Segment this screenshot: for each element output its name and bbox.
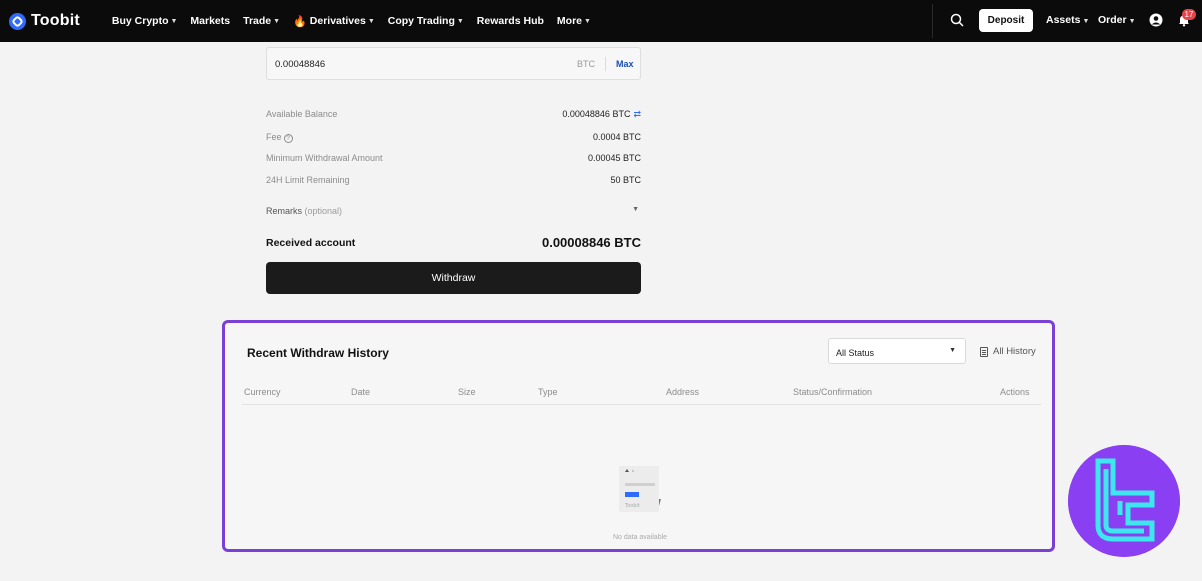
nav-item-trade[interactable]: Trade ▼	[243, 15, 280, 27]
chevron-down-icon: ▼	[632, 206, 639, 213]
column-header-type: Type	[538, 387, 558, 397]
fee-label: Fee?	[266, 132, 293, 143]
minimum-withdrawal-row: Minimum Withdrawal Amount 0.00045 BTC	[266, 153, 641, 167]
corner-watermark-logo	[1068, 445, 1180, 557]
empty-state-text: No data available	[612, 534, 668, 541]
table-header-divider	[242, 404, 1041, 405]
available-balance-label: Available Balance	[266, 109, 338, 119]
empty-state-icon: Toobit	[619, 466, 661, 512]
remarks-label: Remarks (optional)	[266, 206, 343, 216]
amount-unit: BTC	[577, 59, 595, 69]
chevron-down-icon: ▼	[949, 347, 956, 354]
user-icon[interactable]	[1149, 13, 1163, 27]
fee-value: 0.0004 BTC	[592, 132, 641, 142]
nav-item-more[interactable]: More ▼	[557, 15, 591, 27]
chevron-down-icon: ▼	[456, 17, 464, 25]
order-menu[interactable]: Order ▼	[1098, 14, 1136, 26]
remarks-toggle[interactable]: Remarks (optional) ▼	[266, 206, 641, 220]
search-icon[interactable]	[950, 13, 964, 27]
status-filter-value: All Status	[836, 348, 875, 358]
amount-value: 0.00048846	[275, 59, 326, 70]
document-icon	[980, 346, 988, 357]
amount-divider	[605, 57, 606, 71]
chevron-down-icon: ▼	[1082, 18, 1090, 25]
nav-item-markets[interactable]: Markets	[190, 15, 230, 27]
limit-remaining-row: 24H Limit Remaining 50 BTC	[266, 175, 641, 189]
top-navbar: Toobit Buy Crypto ▼ Markets Trade ▼ 🔥 Deriv…	[0, 0, 1202, 42]
withdraw-history-panel: Recent Withdraw History All Status ▼ All…	[222, 320, 1055, 552]
nav-item-rewards-hub[interactable]: Rewards Hub	[477, 15, 544, 27]
nav-item-copy-trading[interactable]: Copy Trading ▼	[388, 15, 464, 27]
chevron-down-icon: ▼	[584, 17, 591, 25]
fee-row: Fee? 0.0004 BTC	[266, 132, 641, 146]
limit-remaining-value: 50 BTC	[610, 175, 641, 185]
history-title: Recent Withdraw History	[247, 346, 389, 360]
max-button[interactable]: Max	[616, 59, 634, 69]
notification-badge: 17	[1182, 9, 1196, 20]
main-nav: Buy Crypto ▼ Markets Trade ▼ 🔥 Derivatives ▼…	[112, 15, 604, 28]
column-header-date: Date	[351, 387, 371, 397]
deposit-button[interactable]: Deposit	[979, 9, 1033, 32]
chevron-down-icon: ▼	[1128, 18, 1136, 25]
chevron-down-icon: ▼	[367, 17, 375, 25]
chevron-down-icon: ▼	[170, 17, 178, 25]
swap-icon[interactable]: ⇄	[633, 109, 641, 119]
available-balance-value: 0.00048846 BTC ⇄	[562, 109, 641, 119]
nav-item-buy-crypto[interactable]: Buy Crypto ▼	[112, 15, 178, 27]
available-balance-row: Available Balance 0.00048846 BTC ⇄	[266, 109, 641, 123]
nav-divider	[932, 4, 933, 38]
assets-menu[interactable]: Assets ▼	[1046, 14, 1089, 26]
brand-logo-icon	[9, 12, 26, 30]
column-header-status: Status/Confirmation	[793, 387, 873, 397]
column-header-address: Address	[666, 387, 700, 397]
limit-remaining-label: 24H Limit Remaining	[266, 175, 350, 185]
nav-item-derivatives[interactable]: 🔥 Derivatives ▼	[293, 15, 375, 28]
column-header-size: Size	[458, 387, 476, 397]
received-account-label: Received account	[266, 237, 356, 249]
status-filter-select[interactable]: All Status ▼	[828, 338, 966, 364]
chevron-down-icon: ▼	[273, 17, 281, 25]
all-history-link[interactable]: All History	[980, 346, 1036, 357]
minimum-withdrawal-label: Minimum Withdrawal Amount	[266, 153, 383, 163]
help-icon[interactable]: ?	[283, 134, 293, 143]
column-header-actions: Actions	[1000, 387, 1030, 397]
minimum-withdrawal-value: 0.00045 BTC	[587, 153, 641, 163]
column-header-currency: Currency	[244, 387, 281, 397]
brand-name: Toobit	[31, 12, 80, 29]
svg-text:Toobit: Toobit	[624, 503, 640, 509]
received-account-value: 0.00008846 BTC	[541, 235, 641, 250]
fire-icon: 🔥	[293, 15, 307, 28]
amount-input[interactable]: 0.00048846 BTC Max	[266, 47, 641, 80]
withdraw-button[interactable]: Withdraw	[266, 262, 641, 294]
brand-logo[interactable]: Toobit	[9, 12, 80, 30]
